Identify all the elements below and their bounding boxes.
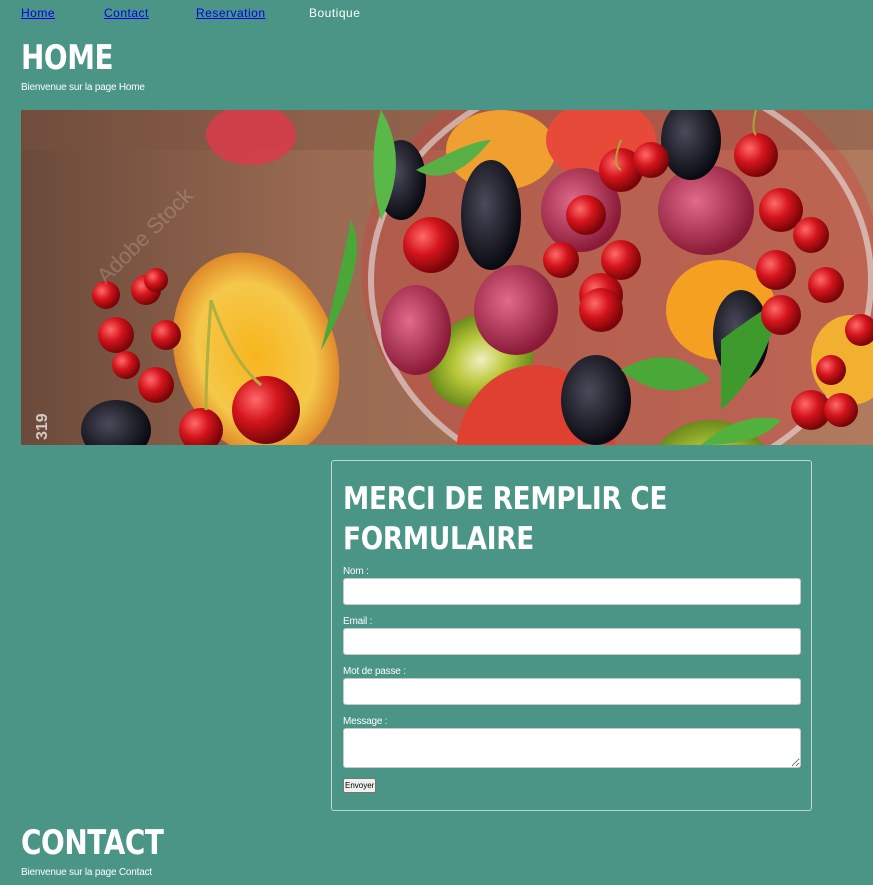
nav-link-home[interactable]: Home: [21, 6, 55, 20]
stock-id-text: 319: [34, 413, 51, 440]
password-label: Mot de passe :: [343, 666, 406, 677]
name-label: Nom :: [343, 566, 369, 577]
email-label: Email :: [343, 616, 373, 627]
message-textarea[interactable]: [343, 728, 801, 768]
submit-button[interactable]: Envoyer: [343, 778, 377, 793]
fruit-salad-photo: Adobe Stock 319: [21, 110, 873, 445]
form-title: MERCI DE REMPLIR CE FORMULAIRE: [343, 481, 668, 557]
fruit-banner-image: Adobe Stock 319: [21, 110, 873, 445]
password-field[interactable]: [343, 678, 801, 705]
email-field[interactable]: [343, 628, 801, 655]
nav-link-reservation[interactable]: Reservation: [196, 6, 266, 20]
nav-item-boutique[interactable]: Boutique: [309, 6, 360, 20]
contact-title: CONTACT: [21, 823, 164, 863]
name-field[interactable]: [343, 578, 801, 605]
contact-form: Nom : Email : Mot de passe : Message : E…: [343, 565, 801, 793]
contact-form-panel: MERCI DE REMPLIR CE FORMULAIRE Nom : Ema…: [331, 460, 812, 811]
message-label: Message :: [343, 716, 388, 727]
nav-link-contact[interactable]: Contact: [104, 6, 149, 20]
home-title: HOME: [21, 38, 114, 78]
contact-subtitle: Bienvenue sur la page Contact: [21, 867, 152, 878]
home-subtitle: Bienvenue sur la page Home: [21, 82, 145, 93]
